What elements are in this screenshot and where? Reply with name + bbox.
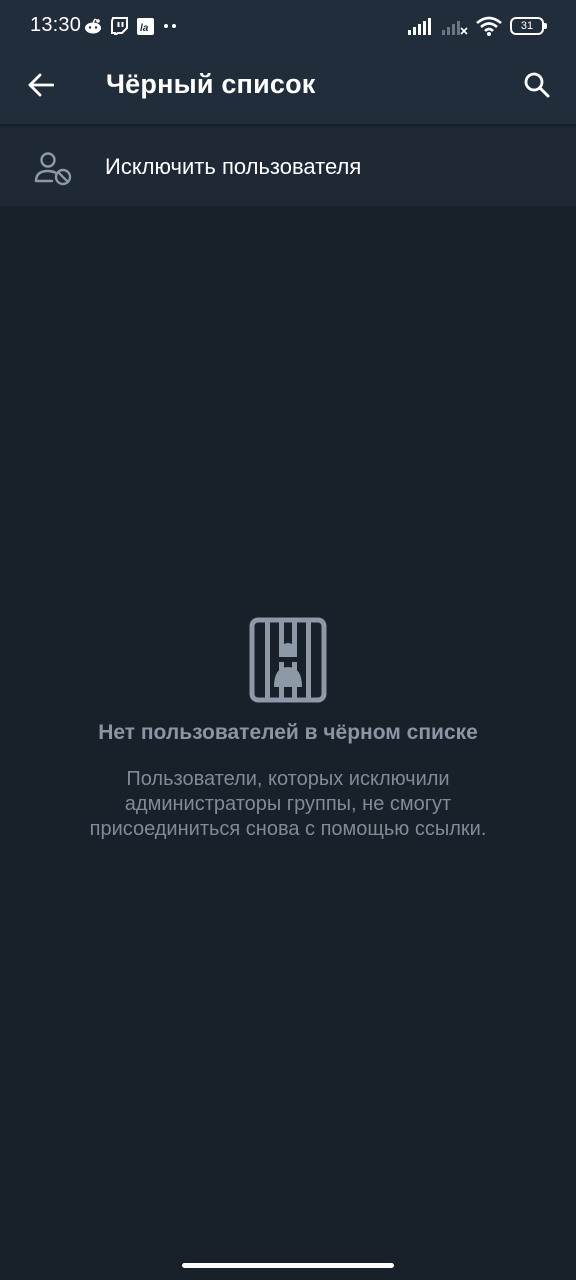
jail-icon xyxy=(249,617,327,703)
search-icon xyxy=(524,72,550,98)
battery-level: 31 xyxy=(520,20,534,32)
svg-text:la: la xyxy=(140,23,149,34)
battery-icon: 31 xyxy=(510,17,547,35)
remove-user-action[interactable]: Исключить пользователя xyxy=(0,128,576,206)
status-time: 13:30 xyxy=(30,14,82,36)
empty-state: Нет пользователей в чёрном списке Пользо… xyxy=(0,617,576,842)
signal-icon xyxy=(408,18,431,35)
reddit-icon xyxy=(85,18,101,34)
user-block-icon xyxy=(34,152,72,186)
notification-icons: la xyxy=(84,16,179,36)
home-indicator[interactable] xyxy=(182,1263,394,1268)
remove-user-label: Исключить пользователя xyxy=(105,154,362,179)
back-button[interactable] xyxy=(20,64,62,106)
lastfm-icon: la xyxy=(137,17,154,35)
status-bar: 13:30 la 31 xyxy=(0,0,576,52)
wifi-icon xyxy=(476,16,502,36)
system-icons: 31 xyxy=(408,14,547,38)
more-notifications-icon xyxy=(164,24,176,28)
search-button[interactable] xyxy=(516,64,558,106)
back-arrow-icon xyxy=(28,73,54,97)
twitch-icon xyxy=(111,17,128,35)
empty-title: Нет пользователей в чёрном списке xyxy=(98,721,478,744)
empty-description: Пользователи, которых исключили админист… xyxy=(89,768,487,840)
page-title: Чёрный список xyxy=(106,69,316,99)
signal-no-service-icon xyxy=(442,21,468,35)
app-bar: Чёрный список xyxy=(0,52,576,124)
